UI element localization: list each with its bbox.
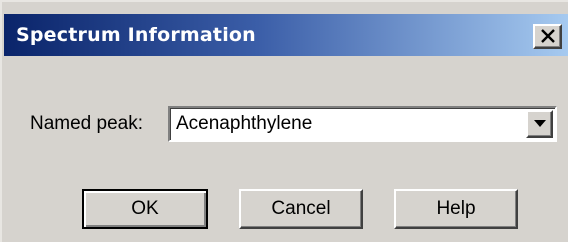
dropdown-button[interactable]	[526, 110, 553, 138]
chevron-down-icon	[534, 120, 546, 127]
spectrum-information-dialog: Spectrum Information Named peak: Acenaph…	[0, 0, 568, 242]
named-peak-value: Acenaphthylene	[176, 113, 313, 134]
cancel-button[interactable]: Cancel	[239, 189, 363, 229]
named-peak-dropdown[interactable]: Acenaphthylene	[168, 106, 557, 142]
help-button[interactable]: Help	[394, 189, 518, 229]
close-button[interactable]	[533, 24, 562, 49]
named-peak-label: Named peak:	[30, 113, 144, 134]
ok-button[interactable]: OK	[82, 189, 208, 229]
title-bar[interactable]: Spectrum Information	[4, 14, 568, 56]
window-title: Spectrum Information	[16, 24, 256, 46]
close-icon	[541, 29, 555, 43]
